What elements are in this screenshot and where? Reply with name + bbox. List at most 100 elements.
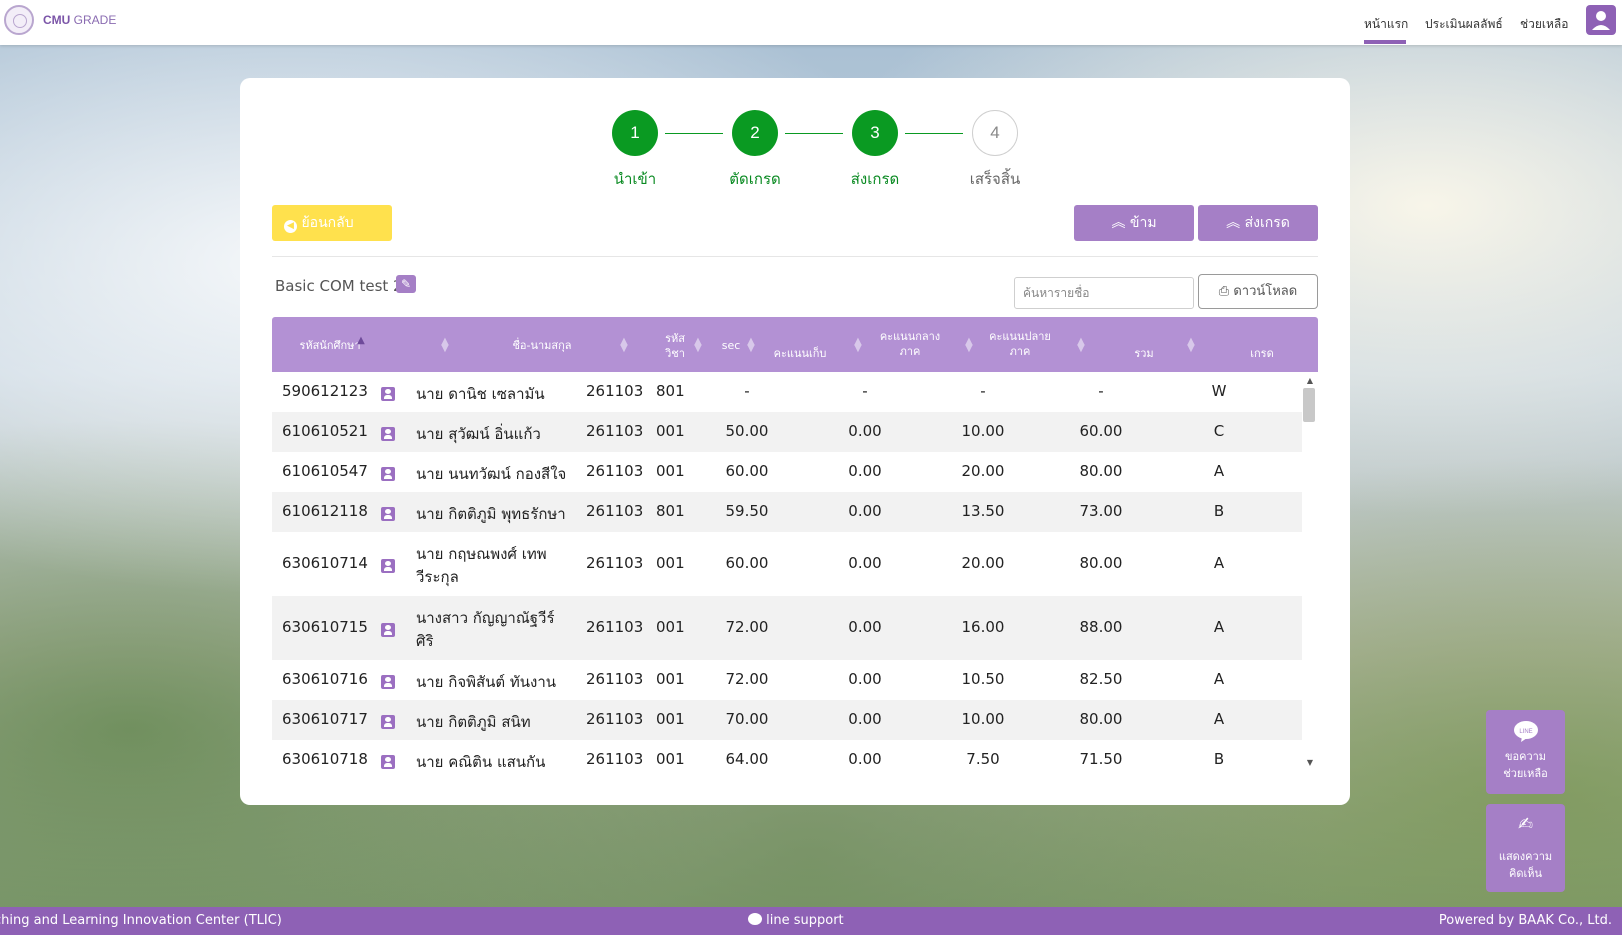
search-input[interactable]	[1014, 277, 1194, 309]
student-profile-icon[interactable]	[381, 427, 395, 441]
col-final[interactable]: คะแนนปลาย ภาค	[985, 329, 1055, 359]
sort-icon[interactable]: ▲	[356, 336, 366, 346]
cell-total: 80.00	[1079, 462, 1123, 480]
cell-course-code: 261103	[586, 670, 644, 688]
cell-total: -	[1098, 382, 1104, 400]
back-button[interactable]: ◀ ย้อนกลับ	[272, 205, 392, 241]
line-chat-icon: LINE	[1513, 720, 1539, 742]
cell-grade: A	[1213, 618, 1225, 636]
sort-icon[interactable]: ▲ ▼	[853, 337, 863, 354]
download-button[interactable]: ⎙ ดาวน์โหลด	[1198, 274, 1318, 309]
col-name[interactable]: ชื่อ-นามสกุล	[507, 338, 577, 353]
cell-final: 10.00	[961, 710, 1005, 728]
brand-title[interactable]: CMU GRADE	[43, 13, 116, 27]
sort-icon[interactable]: ▲ ▼	[1186, 337, 1196, 354]
table-row[interactable]: 630610715 261103 001 72.00 0.00 16.00 88.00 A นา…	[272, 596, 1302, 660]
pen-note-icon: ✍	[1517, 814, 1534, 835]
line-help-label-2: ช่วยเหลือ	[1503, 767, 1548, 780]
col-midterm-line1: คะแนนกลาง	[879, 330, 941, 343]
cell-final: 16.00	[961, 618, 1005, 636]
feedback-label-2: คิดเห็น	[1508, 867, 1543, 880]
cell-grade: B	[1213, 750, 1225, 768]
step-connector	[665, 133, 723, 134]
cell-student-id: 630610715	[282, 618, 368, 636]
table-row[interactable]: 630610718 261103 001 64.00 0.00 7.50 71.50 B นาย…	[272, 740, 1302, 772]
col-midterm[interactable]: คะแนนกลาง ภาค	[876, 329, 944, 359]
nav-help[interactable]: ช่วยเหลือ	[1520, 15, 1569, 34]
step-3-label: ส่งเกรด	[850, 170, 900, 188]
col-sec[interactable]: sec	[719, 338, 743, 353]
double-chevron-up-icon: ︽	[1226, 215, 1241, 231]
sort-icon[interactable]: ▲ ▼	[964, 337, 974, 354]
student-profile-icon[interactable]	[381, 623, 395, 637]
back-button-label: ย้อนกลับ	[301, 215, 354, 231]
cell-collected: 50.00	[725, 422, 769, 440]
cell-midterm: 0.00	[848, 618, 882, 636]
col-course-code-line2: วิชา	[665, 347, 685, 360]
divider	[272, 256, 1318, 257]
cell-final: -	[980, 382, 986, 400]
cell-midterm: 0.00	[848, 422, 882, 440]
table-row[interactable]: 610610521 261103 001 50.00 0.00 10.00 60.00 C นา…	[272, 412, 1302, 452]
student-profile-icon[interactable]	[381, 675, 395, 689]
sort-icon[interactable]: ▲ ▼	[440, 337, 450, 354]
table-row[interactable]: 630610716 261103 001 72.00 0.00 10.50 82.50 A นา…	[272, 660, 1302, 700]
col-total[interactable]: รวม	[1129, 346, 1159, 361]
col-course-code[interactable]: รหัส วิชา	[660, 331, 690, 361]
cmu-logo-icon[interactable]	[4, 5, 34, 35]
line-help-button[interactable]: LINE ขอความ ช่วยเหลือ	[1486, 710, 1565, 794]
sort-icon[interactable]: ▲ ▼	[619, 337, 629, 354]
skip-button[interactable]: ︽ ข้าม	[1074, 205, 1194, 241]
cell-midterm: 0.00	[848, 710, 882, 728]
send-grade-button[interactable]: ︽ ส่งเกรด	[1198, 205, 1318, 241]
scroll-up-arrow-icon[interactable]: ▲	[1302, 376, 1318, 385]
cell-total: 88.00	[1079, 618, 1123, 636]
cell-course-code: 261103	[586, 502, 644, 520]
cell-grade: B	[1213, 502, 1225, 520]
cell-student-id: 630610717	[282, 710, 368, 728]
table-row[interactable]: 630610717 261103 001 70.00 0.00 10.00 80.00 A นา…	[272, 700, 1302, 740]
cell-midterm: 0.00	[848, 554, 882, 572]
sort-icon[interactable]: ▲ ▼	[693, 337, 703, 354]
table-scrollbar[interactable]	[1302, 372, 1318, 772]
cell-sec: 001	[656, 710, 685, 728]
cell-grade: A	[1213, 670, 1225, 688]
cell-final: 20.00	[961, 462, 1005, 480]
student-profile-icon[interactable]	[381, 467, 395, 481]
student-profile-icon[interactable]	[381, 387, 395, 401]
user-avatar-button[interactable]	[1586, 5, 1616, 35]
cell-total: 60.00	[1079, 422, 1123, 440]
student-profile-icon[interactable]	[381, 559, 395, 573]
col-grade[interactable]: เกรด	[1247, 346, 1277, 361]
sort-icon[interactable]: ▲ ▼	[1076, 337, 1086, 354]
nav-home[interactable]: หน้าแรก	[1364, 15, 1408, 34]
feedback-button[interactable]: ✍ แสดงความ คิดเห็น	[1486, 804, 1565, 892]
svg-text:LINE: LINE	[1519, 729, 1532, 735]
student-profile-icon[interactable]	[381, 755, 395, 769]
download-icon: ⎙	[1218, 284, 1230, 299]
nav-evaluate[interactable]: ประเมินผลลัพธ์	[1425, 15, 1503, 34]
chat-bubble-icon	[748, 913, 762, 925]
cell-sec: 001	[656, 618, 685, 636]
student-profile-icon[interactable]	[381, 715, 395, 729]
cell-student-id: 610612118	[282, 502, 368, 520]
cell-name-line2: วีระกุล	[416, 568, 459, 586]
scroll-down-arrow-icon[interactable]: ▼	[1302, 758, 1318, 767]
student-profile-icon[interactable]	[381, 507, 395, 521]
sort-icon[interactable]: ▲ ▼	[746, 337, 756, 354]
line-support-link[interactable]: line support	[748, 907, 844, 935]
table-row[interactable]: 610610547 261103 001 60.00 0.00 20.00 80.00 A นา…	[272, 452, 1302, 492]
col-collected[interactable]: คะแนนเก็บ	[769, 346, 831, 361]
scrollbar-thumb[interactable]	[1303, 388, 1315, 422]
cell-sec: 001	[656, 462, 685, 480]
cell-sec: 801	[656, 502, 685, 520]
step-2-label: ตัดเกรด	[729, 170, 781, 188]
table-row[interactable]: 630610714 261103 001 60.00 0.00 20.00 80.00 A นา…	[272, 532, 1302, 596]
table-row[interactable]: 590612123 261103 801 - - - - W นาย ดานิช เซลามัน	[272, 372, 1302, 412]
col-final-line1: คะแนนปลาย	[989, 330, 1051, 343]
col-course-code-line1: รหัส	[665, 332, 685, 345]
edit-icon[interactable]: ✎	[396, 275, 416, 293]
skip-button-label: ข้าม	[1129, 215, 1157, 231]
table-row[interactable]: 610612118 261103 801 59.50 0.00 13.50 73.00 B นา…	[272, 492, 1302, 532]
cell-course-code: 261103	[586, 710, 644, 728]
